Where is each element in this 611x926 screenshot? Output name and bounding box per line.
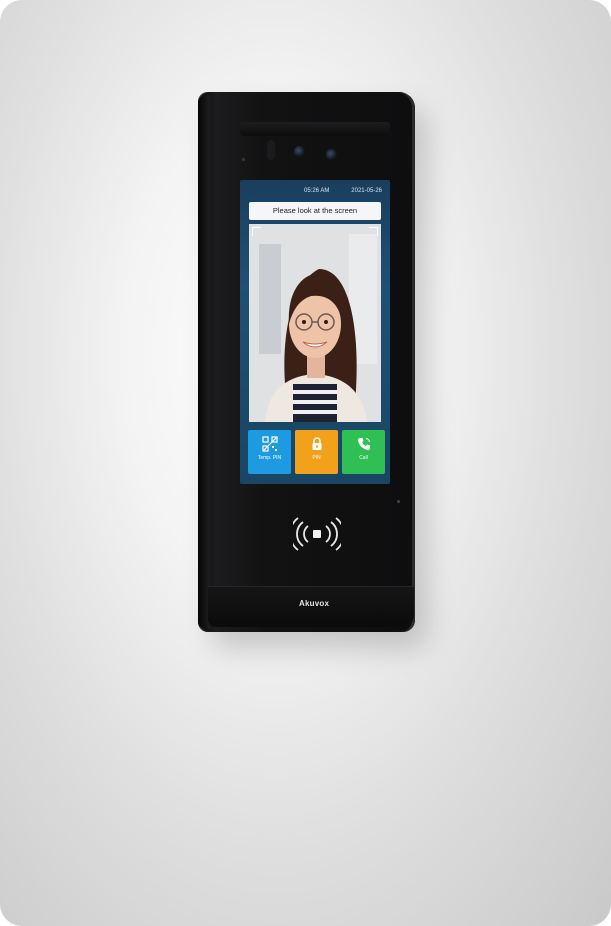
nfc-reader-icon bbox=[293, 517, 341, 551]
lock-icon bbox=[312, 437, 321, 450]
face-camera-view bbox=[249, 224, 381, 422]
temp-pin-label: Temp. PIN bbox=[257, 455, 282, 461]
camera-lens-left bbox=[294, 146, 305, 157]
screen-status-bar: 05:26 AM 2021-05-26 bbox=[240, 186, 390, 196]
light-sensor bbox=[267, 140, 275, 160]
face-recognition-prompt: Please look at the screen bbox=[249, 202, 381, 220]
status-led bbox=[242, 158, 245, 161]
indicator-light bbox=[397, 500, 400, 503]
brand-logo: Akuvox bbox=[299, 599, 330, 608]
call-label: Call bbox=[359, 455, 368, 461]
phone-icon bbox=[357, 438, 370, 450]
touch-screen: 05:26 AM 2021-05-26 Please look at the s… bbox=[240, 180, 390, 484]
pin-button[interactable]: PIN bbox=[295, 430, 338, 474]
device-side-edge bbox=[198, 95, 210, 629]
pin-label: PIN bbox=[312, 455, 321, 461]
temp-pin-button[interactable]: Temp. PIN bbox=[248, 430, 291, 474]
frame-corner bbox=[369, 227, 378, 236]
top-sensor-strip bbox=[240, 122, 390, 136]
camera-lens-right bbox=[326, 149, 337, 160]
status-time: 05:26 AM bbox=[304, 188, 330, 194]
action-buttons: Temp. PIN PIN Call bbox=[248, 430, 385, 474]
status-date: 2021-05-26 bbox=[351, 188, 382, 194]
product-photo-background: 05:26 AM 2021-05-26 Please look at the s… bbox=[0, 0, 611, 926]
frame-corner bbox=[252, 227, 261, 236]
person-photo bbox=[249, 224, 381, 422]
qr-code-icon bbox=[261, 436, 278, 452]
call-button[interactable]: Call bbox=[342, 430, 385, 474]
